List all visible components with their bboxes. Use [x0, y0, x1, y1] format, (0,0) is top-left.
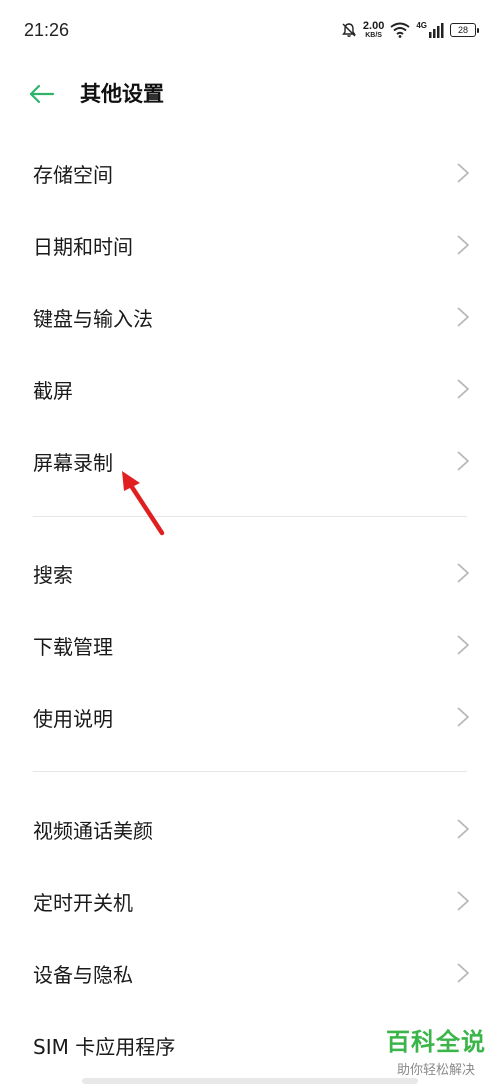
- network-type: 4G: [416, 21, 427, 30]
- chevron-right-icon: [457, 307, 469, 327]
- network-speed: 2.00 KB/S: [362, 20, 385, 40]
- menu-item-storage[interactable]: 存储空间: [0, 137, 500, 209]
- menu-item-label: 搜索: [33, 563, 73, 587]
- watermark-subtitle: 助你轻松解决: [396, 1063, 475, 1078]
- status-icons: 2.00 KB/S 4G 28: [341, 18, 479, 42]
- chevron-right-icon: [457, 235, 469, 255]
- menu-item-label: 屏幕录制: [33, 451, 113, 475]
- chevron-right-icon: [457, 891, 469, 911]
- section-divider: [33, 516, 467, 517]
- battery-level: 28: [457, 25, 468, 35]
- menu-item-label: 下载管理: [33, 635, 113, 659]
- chevron-right-icon: [457, 379, 469, 399]
- status-bar: 21:26 2.00 KB/S 4G 28: [0, 0, 500, 60]
- section-divider: [33, 771, 467, 772]
- menu-item-screenshot[interactable]: 截屏: [0, 353, 500, 425]
- status-time: 21:26: [24, 20, 70, 40]
- chevron-right-icon: [457, 163, 469, 183]
- menu-item-label: 视频通话美颜: [33, 819, 153, 843]
- speed-unit: KB/S: [365, 32, 382, 39]
- menu-item-label: 截屏: [33, 379, 73, 403]
- menu-item-scheduled-power[interactable]: 定时开关机: [0, 865, 500, 937]
- menu-item-date-time[interactable]: 日期和时间: [0, 209, 500, 281]
- chevron-right-icon: [457, 819, 469, 839]
- chevron-right-icon: [457, 963, 469, 983]
- signal-icon: 4G: [416, 22, 444, 38]
- chevron-right-icon: [457, 707, 469, 727]
- chevron-right-icon: [457, 635, 469, 655]
- menu-item-video-call-beauty[interactable]: 视频通话美颜: [0, 793, 500, 865]
- bell-off-icon: [342, 23, 356, 37]
- menu-item-download-manager[interactable]: 下载管理: [0, 609, 500, 681]
- watermark-title: 百科全说: [386, 1028, 486, 1056]
- menu-item-screen-recording[interactable]: 屏幕录制: [0, 425, 500, 497]
- menu-item-label: 键盘与输入法: [33, 307, 153, 331]
- menu-item-label: SIM 卡应用程序: [33, 1035, 176, 1059]
- menu-item-device-privacy[interactable]: 设备与隐私: [0, 937, 500, 1009]
- header: 其他设置: [0, 66, 500, 122]
- menu-item-label: 定时开关机: [33, 891, 133, 915]
- menu-item-keyboard-input[interactable]: 键盘与输入法: [0, 281, 500, 353]
- arrow-left-icon: [29, 84, 55, 104]
- menu-item-label: 使用说明: [33, 707, 113, 731]
- annotation-arrow-icon: [122, 471, 165, 536]
- home-indicator: [82, 1078, 418, 1084]
- wifi-icon: [390, 22, 410, 38]
- menu-item-label: 日期和时间: [33, 235, 133, 259]
- page-title: 其他设置: [80, 82, 164, 106]
- speed-value: 2.00: [362, 20, 385, 32]
- watermark-logo: 百科全说 助你轻松解决: [386, 1022, 486, 1078]
- menu-item-search[interactable]: 搜索: [0, 537, 500, 609]
- menu-item-label: 存储空间: [33, 163, 113, 187]
- back-button[interactable]: [26, 78, 58, 110]
- chevron-right-icon: [457, 451, 469, 471]
- menu-item-user-guide[interactable]: 使用说明: [0, 681, 500, 753]
- menu-item-label: 设备与隐私: [33, 963, 133, 987]
- chevron-right-icon: [457, 563, 469, 583]
- battery-icon: 28: [450, 23, 479, 37]
